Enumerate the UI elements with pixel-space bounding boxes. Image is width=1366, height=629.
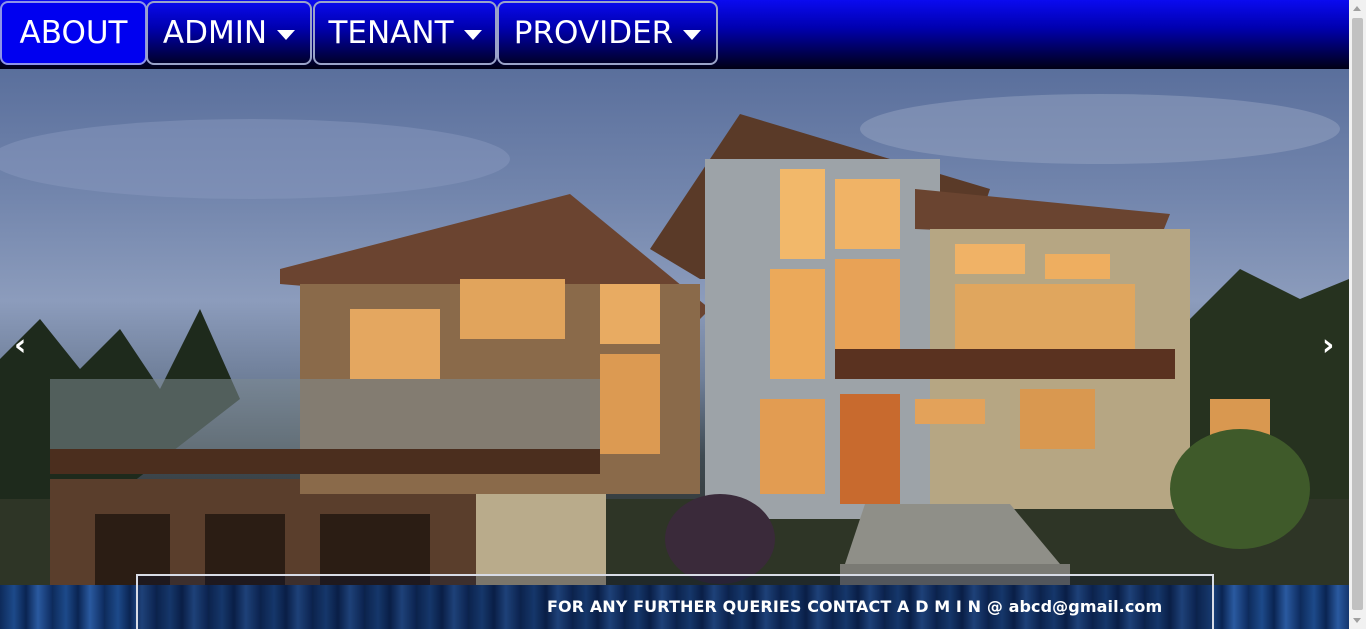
carousel-prev-icon[interactable]: ‹ <box>14 331 26 361</box>
nav-about[interactable]: ABOUT <box>0 1 147 65</box>
scroll-up-arrow-icon[interactable] <box>1353 6 1361 11</box>
nav-admin-label: ADMIN <box>162 15 268 51</box>
nav-tenant-label: TENANT <box>328 15 454 51</box>
nav-provider-dropdown[interactable]: PROVIDER <box>497 1 718 65</box>
scrollbar-thumb[interactable] <box>1352 18 1363 610</box>
caret-down-icon <box>683 29 702 40</box>
hero-carousel: ‹ › <box>0 69 1349 585</box>
vertical-scrollbar[interactable] <box>1349 0 1366 629</box>
nav-provider-label: PROVIDER <box>513 15 674 51</box>
scroll-down-arrow-icon[interactable] <box>1353 618 1361 623</box>
nav-tenant-dropdown[interactable]: TENANT <box>313 1 497 65</box>
caret-down-icon <box>463 29 482 40</box>
contact-text: FOR ANY FURTHER QUERIES CONTACT A D M I … <box>547 597 1163 616</box>
carousel-image-house <box>0 94 1349 585</box>
caret-down-icon <box>277 29 296 40</box>
nav-about-label: ABOUT <box>19 15 128 51</box>
nav-admin-dropdown[interactable]: ADMIN <box>146 1 312 65</box>
carousel-next-icon[interactable]: › <box>1322 331 1334 361</box>
top-navbar: ABOUT ADMIN TENANT PROVIDER <box>0 0 1349 69</box>
